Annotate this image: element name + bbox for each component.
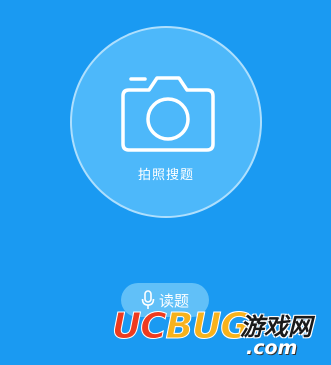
photo-search-label: 拍照搜题 xyxy=(137,168,194,183)
watermark: UCBUG 游戏网 .com xyxy=(112,303,331,365)
camera-icon xyxy=(121,76,215,152)
photo-search-button[interactable]: 拍照搜题 xyxy=(70,26,262,218)
watermark-logo: UCBUG xyxy=(112,306,251,347)
watermark-domain: .com xyxy=(246,337,298,359)
